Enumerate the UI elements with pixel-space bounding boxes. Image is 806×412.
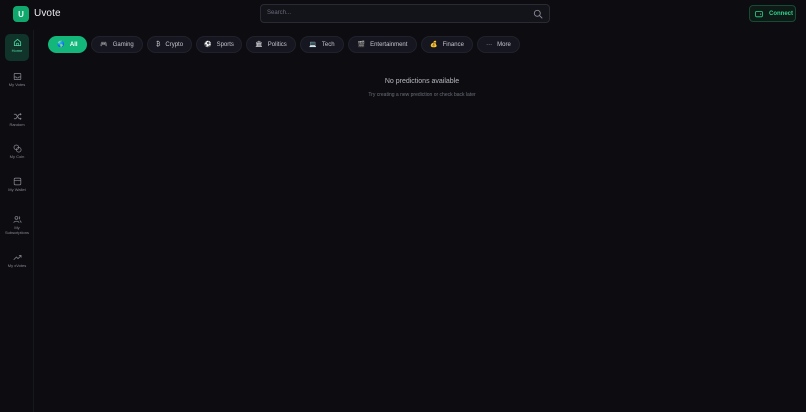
category-chip-all[interactable]: 🌎 All: [48, 36, 87, 53]
search-input[interactable]: Search...: [260, 4, 550, 23]
sidebar-item-my-coin[interactable]: My Coin: [5, 140, 29, 162]
shuffle-icon: [13, 113, 22, 120]
sidebar-item-label: My Coin: [9, 154, 25, 159]
sidebar-item-my-xvotes[interactable]: My xVotes: [5, 249, 29, 277]
users-icon: [12, 216, 22, 223]
search-icon[interactable]: [533, 9, 543, 19]
empty-state-title: No predictions available: [384, 78, 460, 85]
sidebar-item-label: Random: [9, 122, 25, 127]
bitcoin-icon: ₿: [155, 41, 161, 48]
category-label: Gaming: [112, 41, 134, 48]
category-chip-politics[interactable]: 🏛 Politics: [246, 36, 296, 53]
home-icon: [13, 38, 21, 47]
app-name: Uvote: [34, 8, 61, 19]
category-chip-crypto[interactable]: ₿ Crypto: [147, 36, 192, 53]
category-label: All: [69, 41, 78, 48]
clapperboard-icon: 🎬: [357, 41, 366, 48]
app-logo[interactable]: U: [13, 6, 29, 22]
category-label: Finance: [442, 41, 464, 48]
connect-button[interactable]: Connect: [749, 5, 796, 22]
category-chip-entertainment[interactable]: 🎬 Entertainment: [348, 36, 417, 53]
category-chip-more[interactable]: ··· More: [477, 36, 520, 53]
category-label: Sports: [216, 41, 234, 48]
inbox-icon: [13, 72, 21, 81]
trending-up-icon: [12, 255, 21, 261]
sidebar-item-my-subscriptions[interactable]: My Subscriptions: [5, 211, 29, 241]
sidebar-item-label: My Subscriptions: [4, 225, 29, 235]
category-label: Entertainment: [370, 41, 408, 48]
laptop-icon: 💻: [309, 41, 317, 48]
sidebar-item-my-wallet[interactable]: My Wallet: [5, 173, 29, 201]
sidebar-item-label: My xVotes: [7, 263, 27, 268]
category-chip-gaming[interactable]: 🎮 Gaming: [91, 36, 143, 53]
wallet-icon: [13, 177, 21, 186]
sidebar-item-home[interactable]: Home: [5, 34, 29, 61]
ellipsis-icon: ···: [486, 41, 493, 48]
money-bag-icon: 💰: [430, 41, 438, 48]
capitol-icon: 🏛: [255, 41, 263, 48]
category-label: Tech: [321, 41, 335, 48]
category-label: Politics: [267, 41, 287, 48]
coins-icon: [13, 144, 21, 153]
sidebar-item-label: Home: [11, 48, 23, 53]
category-label: More: [497, 41, 511, 48]
wallet-icon: [755, 10, 763, 17]
soccer-ball-icon: ⚽: [204, 41, 212, 48]
sidebar-item-my-votes[interactable]: My Votes: [5, 68, 29, 96]
category-chip-finance[interactable]: 💰 Finance: [421, 36, 473, 53]
sidebar-item-label: My Votes: [8, 82, 26, 87]
sidebar: Home My Votes Random My Coin My Wallet M…: [0, 30, 34, 412]
top-header: U Uvote Search... Connect: [0, 0, 806, 28]
empty-state-subtitle: Try creating a new prediction or check b…: [368, 92, 476, 98]
globe-icon: 🌎: [57, 41, 65, 48]
connect-label: Connect: [769, 10, 793, 17]
search-placeholder: Search...: [267, 10, 292, 16]
category-chip-tech[interactable]: 💻 Tech: [300, 36, 344, 53]
sidebar-item-label: My Wallet: [8, 187, 26, 192]
gamepad-icon: 🎮: [100, 41, 108, 48]
category-chip-sports[interactable]: ⚽ Sports: [196, 36, 242, 53]
category-label: Crypto: [165, 41, 184, 48]
sidebar-item-random[interactable]: Random: [5, 108, 29, 130]
